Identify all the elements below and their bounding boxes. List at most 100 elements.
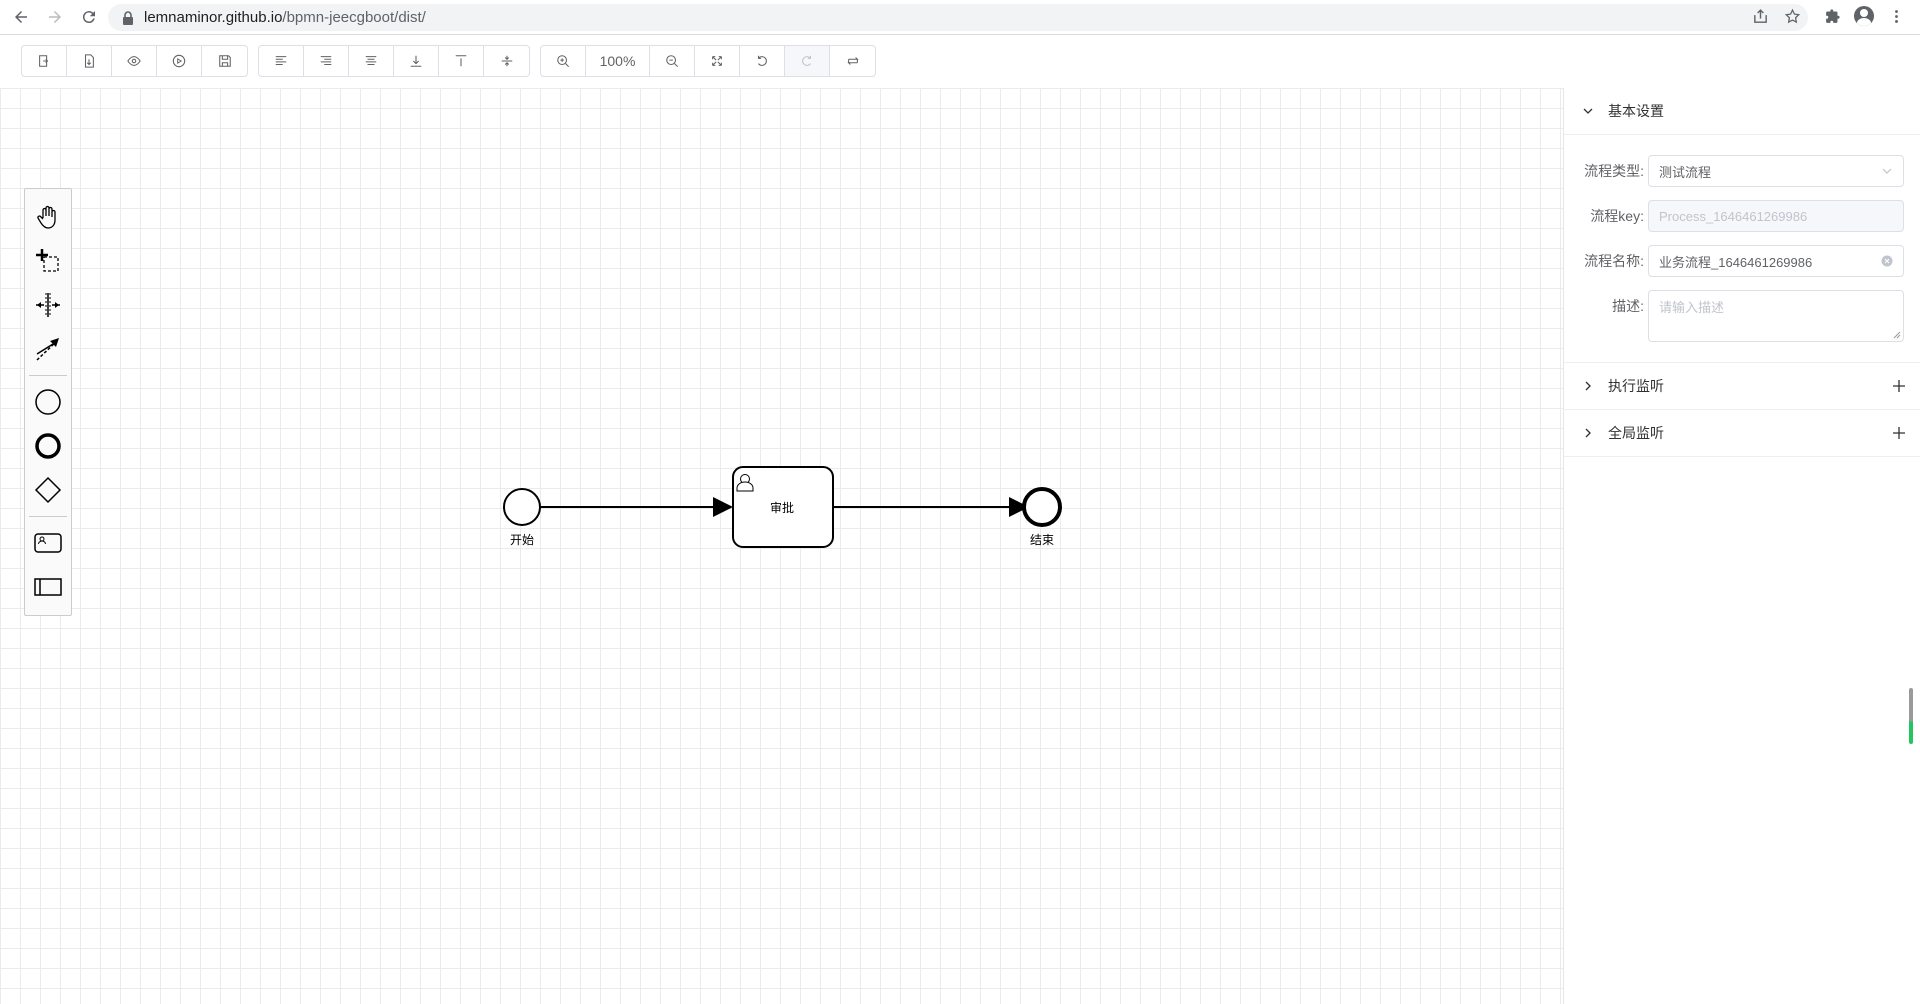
process-key-value: Process_1646461269986	[1659, 208, 1808, 224]
lock-icon	[123, 10, 133, 25]
description-row: 描述: 请输入描述	[1564, 290, 1904, 342]
open-file-button[interactable]	[22, 46, 67, 76]
palette-separator	[29, 375, 67, 376]
download-xml-button[interactable]	[67, 46, 112, 76]
basic-settings-header[interactable]: 基本设置	[1564, 88, 1920, 135]
simulate-button[interactable]	[157, 46, 202, 76]
description-textarea[interactable]: 请输入描述	[1648, 290, 1904, 342]
start-event-icon	[35, 389, 61, 415]
zoom-out-button[interactable]	[650, 46, 695, 76]
user-task-label: 审批	[770, 501, 795, 515]
create-pool[interactable]	[28, 565, 68, 609]
align-bottom-icon	[410, 55, 422, 67]
space-tool[interactable]	[28, 283, 68, 327]
create-user-task[interactable]	[28, 521, 68, 565]
align-left-button[interactable]	[259, 46, 304, 76]
create-gateway[interactable]	[28, 468, 68, 512]
scroll-indicator[interactable]	[1909, 688, 1913, 744]
align-right-button[interactable]	[304, 46, 349, 76]
preview-button[interactable]	[112, 46, 157, 76]
plus-icon[interactable]	[1892, 379, 1906, 393]
execution-listener-header[interactable]: 执行监听	[1564, 363, 1920, 410]
play-circle-icon	[172, 54, 186, 68]
align-center-button[interactable]	[349, 46, 394, 76]
gateway-icon	[34, 476, 62, 504]
refresh-icon	[846, 57, 859, 65]
url-path: /bpmn-jeecgboot/dist/	[282, 9, 426, 26]
undo-icon	[757, 55, 767, 66]
properties-panel: 基本设置 流程类型: 测试流程 流程key: Process_164646126…	[1563, 88, 1920, 1004]
create-start-event[interactable]	[28, 380, 68, 424]
space-icon	[36, 293, 60, 317]
clear-icon[interactable]	[1881, 255, 1893, 267]
designer-toolbar: 100%	[21, 45, 876, 77]
process-key-input: Process_1646461269986	[1648, 200, 1904, 232]
execution-listener-title: 执行监听	[1608, 378, 1664, 394]
process-type-label: 流程类型:	[1584, 163, 1644, 179]
align-right-icon	[320, 56, 332, 66]
end-event-icon	[35, 433, 61, 459]
start-event-label: 开始	[510, 533, 535, 547]
chevron-down-icon	[1882, 168, 1892, 174]
redo-icon	[802, 55, 812, 66]
process-key-row: 流程key: Process_1646461269986	[1564, 200, 1904, 232]
url-host: lemnaminor.github.io	[144, 9, 283, 26]
resize-handle-icon[interactable]	[1893, 331, 1901, 339]
restart-button[interactable]	[830, 46, 875, 76]
zoom-out-icon	[666, 55, 679, 68]
forward-icon[interactable]	[38, 0, 72, 34]
process-name-input[interactable]: 业务流程_1646461269986	[1648, 245, 1904, 277]
align-top-icon	[455, 55, 467, 67]
align-top-button[interactable]	[439, 46, 484, 76]
hand-tool[interactable]	[28, 195, 68, 239]
align-middle-button[interactable]	[484, 46, 529, 76]
tool-palette	[24, 188, 72, 616]
align-button-group	[258, 45, 530, 77]
align-bottom-button[interactable]	[394, 46, 439, 76]
align-left-icon	[275, 56, 287, 66]
align-center-icon	[365, 56, 377, 66]
process-type-select[interactable]: 测试流程	[1648, 155, 1904, 187]
document-icon	[84, 54, 94, 68]
folder-open-icon	[39, 55, 49, 67]
process-type-value: 测试流程	[1659, 164, 1712, 180]
basic-settings-title: 基本设置	[1608, 103, 1664, 119]
chevron-right-icon	[1585, 381, 1591, 391]
file-button-group	[21, 45, 248, 77]
plus-icon[interactable]	[1892, 426, 1906, 440]
back-icon[interactable]	[4, 0, 38, 34]
basic-settings-body: 流程类型: 测试流程 流程key: Process_1646461269986 …	[1564, 135, 1920, 363]
address-bar[interactable]: lemnaminor.github.io/bpmn-jeecgboot/dist…	[108, 4, 1808, 31]
share-icon[interactable]	[1750, 6, 1770, 26]
description-placeholder: 请输入描述	[1659, 300, 1725, 315]
connect-arrow-icon	[36, 338, 59, 361]
eye-icon	[127, 56, 141, 66]
fit-view-icon	[712, 56, 722, 66]
extensions-icon[interactable]	[1822, 6, 1842, 26]
connect-tool[interactable]	[28, 327, 68, 371]
create-end-event[interactable]	[28, 424, 68, 468]
menu-dots-icon[interactable]	[1886, 6, 1906, 26]
save-button[interactable]	[202, 46, 247, 76]
save-icon	[218, 55, 231, 67]
process-name-value: 业务流程_1646461269986	[1659, 254, 1813, 270]
process-diagram: 开始 审批 结束	[490, 456, 1090, 556]
zoom-level: 100%	[586, 46, 650, 76]
bookmark-star-icon[interactable]	[1782, 6, 1802, 26]
fit-view-button[interactable]	[695, 46, 740, 76]
profile-avatar[interactable]	[1854, 6, 1874, 26]
redo-button[interactable]	[785, 46, 830, 76]
browser-toolbar: lemnaminor.github.io/bpmn-jeecgboot/dist…	[0, 0, 1920, 35]
global-listener-title: 全局监听	[1608, 425, 1664, 441]
description-label: 描述:	[1612, 298, 1644, 314]
reload-icon[interactable]	[72, 0, 106, 34]
zoom-in-button[interactable]	[541, 46, 586, 76]
lasso-tool[interactable]	[28, 239, 68, 283]
bpmn-designer: 100% 开始 审批 结束 基本设置 流程类型: 测试流程 流程key: Pro…	[0, 36, 1920, 1004]
undo-button[interactable]	[740, 46, 785, 76]
process-key-label: 流程key:	[1590, 208, 1644, 224]
end-event[interactable]	[1022, 487, 1062, 527]
global-listener-header[interactable]: 全局监听	[1564, 410, 1920, 457]
process-name-label: 流程名称:	[1584, 253, 1644, 269]
start-event[interactable]	[503, 488, 541, 526]
